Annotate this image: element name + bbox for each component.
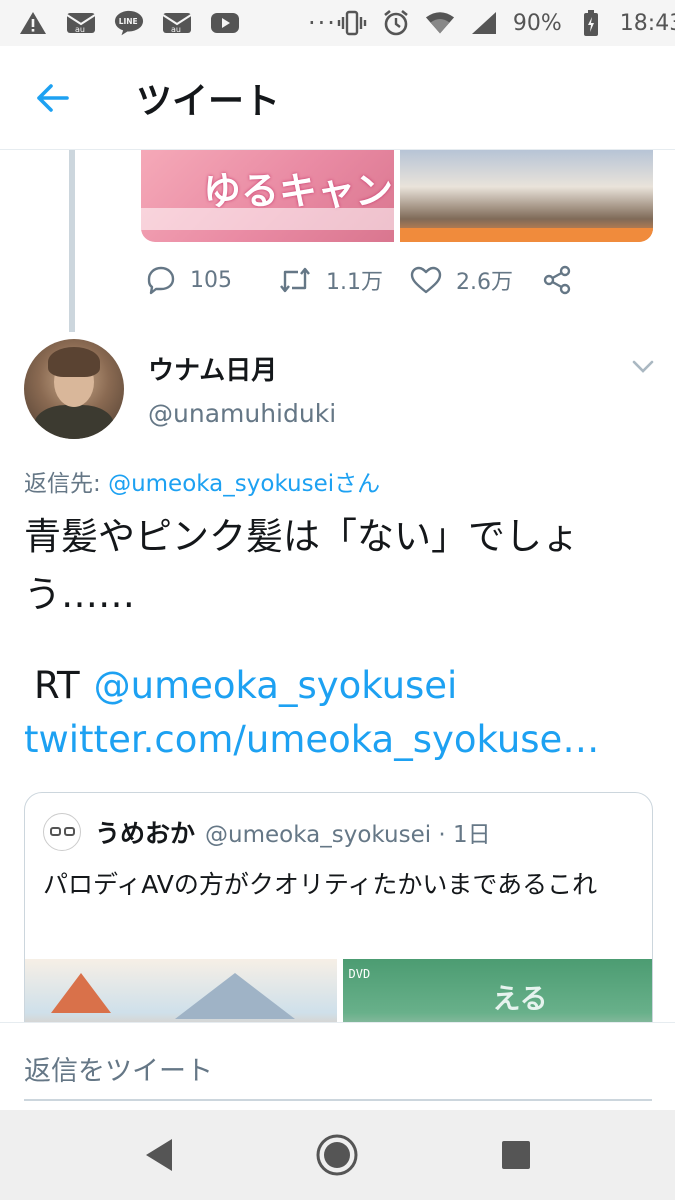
quoted-display-name: うめおか bbox=[95, 819, 196, 848]
media-image[interactable]: ゆるキャン bbox=[141, 150, 394, 242]
svg-text:au: au bbox=[171, 25, 181, 34]
rt-mention-link[interactable]: @umeoka_syokusei bbox=[94, 664, 458, 707]
battery-percent: 90% bbox=[512, 10, 562, 36]
glasses-left bbox=[50, 827, 61, 836]
circle-home-icon bbox=[316, 1134, 358, 1176]
battery-icon bbox=[576, 8, 606, 38]
quoted-tweet-header: うめおか @umeoka_syokusei · 1日 bbox=[43, 813, 491, 851]
tweet-menu-button[interactable] bbox=[628, 352, 658, 382]
quoted-avatar bbox=[43, 813, 81, 851]
retweet-icon bbox=[280, 267, 310, 293]
line-icon: LINE bbox=[114, 8, 144, 38]
user-display-name[interactable]: ウナム日月 bbox=[148, 350, 277, 387]
tweet-actions: 105 1.1万 2.6万 bbox=[146, 258, 572, 302]
nav-home-button[interactable] bbox=[307, 1125, 367, 1185]
au-mail-icon: au bbox=[162, 8, 192, 38]
user-handle[interactable]: @unamuhiduki bbox=[148, 399, 336, 428]
quoted-handle: @umeoka_syokusei · 1日 bbox=[205, 822, 491, 848]
media-band bbox=[400, 228, 653, 242]
like-count: 2.6万 bbox=[456, 270, 513, 295]
alarm-icon bbox=[381, 8, 411, 38]
reply-button[interactable]: 105 bbox=[146, 265, 278, 295]
media-caption: ゆるキャン bbox=[203, 169, 394, 213]
au-mail-icon: au bbox=[66, 8, 96, 38]
square-recents-icon bbox=[501, 1141, 530, 1169]
retweet-count: 1.1万 bbox=[326, 270, 383, 295]
rt-line: RT @umeoka_syokusei bbox=[34, 664, 457, 707]
back-arrow-icon bbox=[37, 83, 69, 112]
reply-count: 105 bbox=[190, 267, 232, 293]
rt-prefix: RT bbox=[34, 664, 80, 707]
share-icon bbox=[543, 265, 571, 295]
previous-tweet-media[interactable]: ゆるキャン bbox=[141, 150, 653, 242]
avatar[interactable] bbox=[24, 339, 124, 439]
signal-icon bbox=[469, 8, 499, 38]
media-badge: DVD bbox=[348, 967, 371, 981]
reply-input[interactable]: 返信をツイート bbox=[24, 1049, 213, 1088]
app-header: ツイート bbox=[0, 46, 675, 150]
status-bar: au LINE au ··· 90% 18:43 bbox=[0, 0, 675, 46]
media-tent bbox=[51, 973, 111, 1013]
nav-recents-button[interactable] bbox=[486, 1125, 546, 1185]
chevron-down-icon bbox=[632, 360, 654, 373]
avatar-hair bbox=[48, 347, 100, 377]
tweet-url-link[interactable]: twitter.com/umeoka_syokuse… bbox=[24, 718, 599, 761]
replying-mention-link[interactable]: @umeoka_syokuseiさん bbox=[108, 471, 380, 497]
thread-connector-line bbox=[69, 150, 75, 332]
notification-icons: au LINE au ··· bbox=[18, 8, 337, 38]
media-caption: える bbox=[492, 982, 548, 1015]
back-button[interactable] bbox=[0, 46, 104, 150]
wifi-icon bbox=[425, 8, 455, 38]
warning-icon bbox=[18, 8, 48, 38]
media-mountain bbox=[175, 973, 295, 1019]
system-icons: 90% 18:43 bbox=[337, 8, 675, 38]
share-button[interactable] bbox=[542, 265, 572, 295]
svg-text:au: au bbox=[75, 25, 85, 34]
replying-to: 返信先: @umeoka_syokuseiさん bbox=[24, 464, 380, 498]
vibrate-icon bbox=[337, 8, 367, 38]
page-title: ツイート bbox=[136, 80, 281, 122]
avatar-body bbox=[34, 405, 114, 439]
nav-back-button[interactable] bbox=[129, 1125, 189, 1185]
retweet-button[interactable]: 1.1万 bbox=[278, 264, 410, 296]
svg-text:LINE: LINE bbox=[119, 17, 138, 26]
triangle-back-icon bbox=[146, 1139, 173, 1171]
reply-composer: 返信をツイート bbox=[0, 1022, 675, 1110]
youtube-icon bbox=[210, 8, 240, 38]
more-notifications-icon: ··· bbox=[308, 9, 337, 37]
glasses-right bbox=[64, 827, 75, 836]
reply-icon bbox=[147, 266, 175, 295]
quoted-tweet-text: パロディAVの方がクオリティたかいまであるこれ bbox=[43, 870, 598, 899]
media-strip bbox=[141, 208, 394, 230]
like-button[interactable]: 2.6万 bbox=[410, 264, 542, 296]
tweet-text: 青髪やピンク髪は「ない」でしょう…… bbox=[24, 515, 579, 616]
system-nav-bar bbox=[0, 1110, 675, 1200]
replying-prefix: 返信先: bbox=[24, 471, 109, 497]
clock: 18:43 bbox=[619, 10, 675, 36]
reply-input-underline bbox=[24, 1099, 652, 1101]
media-image[interactable] bbox=[400, 150, 653, 242]
heart-icon bbox=[410, 266, 442, 294]
